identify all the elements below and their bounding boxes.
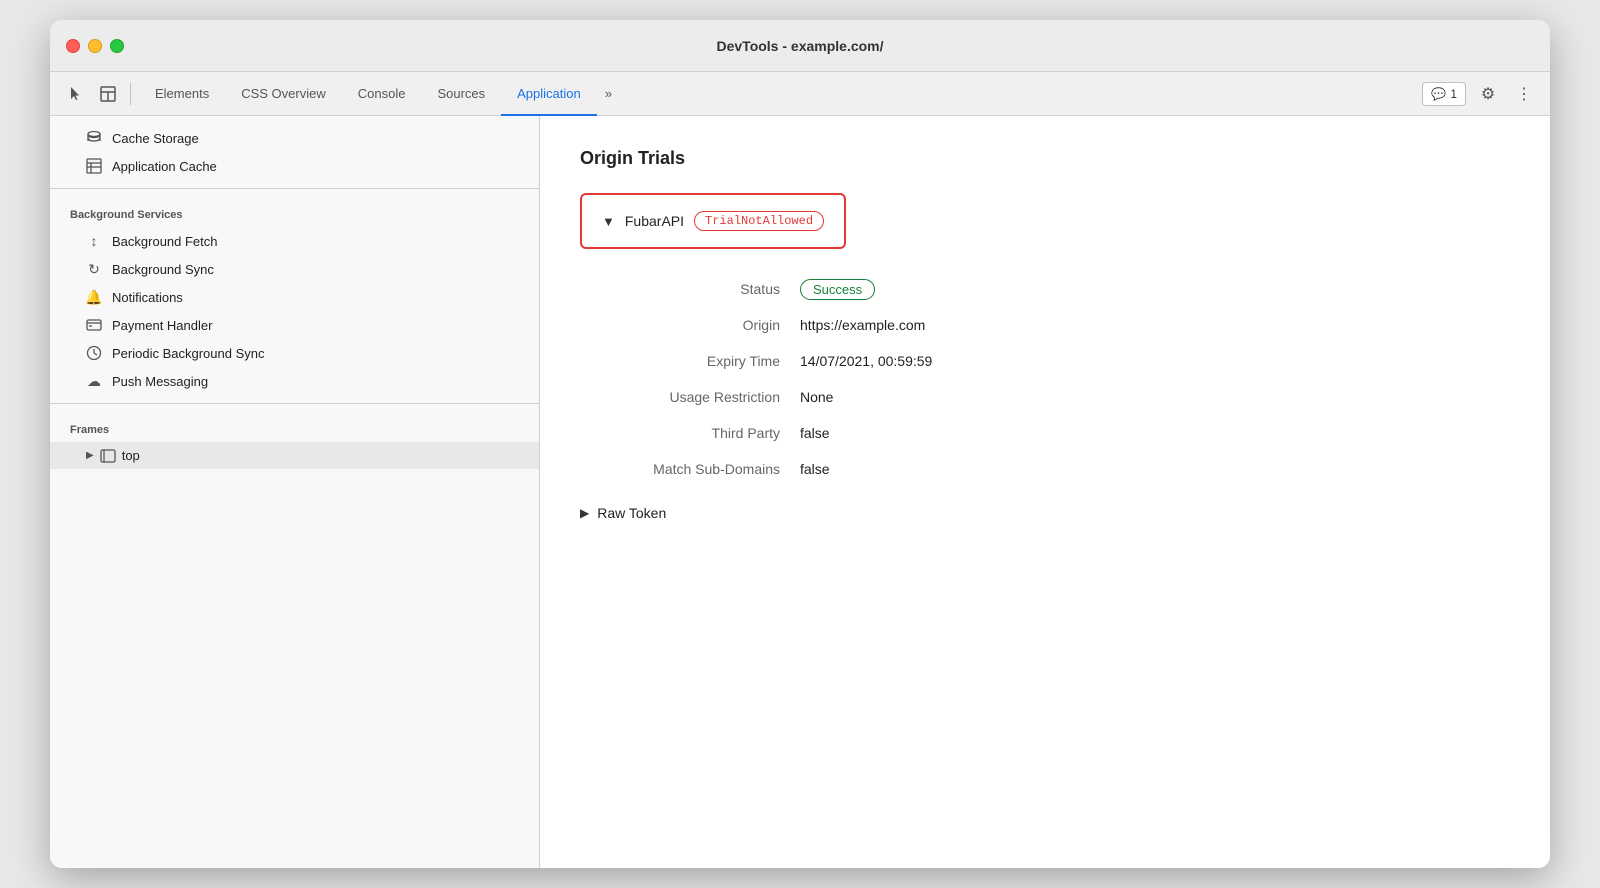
toolbar-tabs: Elements CSS Overview Console Sources Ap… bbox=[139, 72, 1418, 116]
frame-top-label: top bbox=[122, 448, 140, 463]
status-label: Status bbox=[580, 281, 800, 297]
detail-row-third-party: Third Party false bbox=[580, 425, 1510, 441]
more-options-button[interactable]: ⋮ bbox=[1510, 80, 1538, 108]
tab-css-overview[interactable]: CSS Overview bbox=[225, 72, 342, 116]
sidebar: Cache Storage Application Cache Backgrou… bbox=[50, 116, 540, 868]
detail-row-status: Status Success bbox=[580, 281, 1510, 297]
sidebar-divider-2 bbox=[50, 403, 539, 404]
application-cache-icon bbox=[86, 158, 102, 174]
sidebar-item-frame-top[interactable]: ▶ top bbox=[50, 442, 539, 469]
sidebar-divider-1 bbox=[50, 188, 539, 189]
trial-box[interactable]: ▼ FubarAPI TrialNotAllowed bbox=[580, 193, 846, 249]
detail-row-match-subdomains: Match Sub-Domains false bbox=[580, 461, 1510, 477]
sidebar-item-periodic-background-sync[interactable]: Periodic Background Sync bbox=[50, 339, 539, 367]
origin-label: Origin bbox=[580, 317, 800, 333]
detail-row-origin: Origin https://example.com bbox=[580, 317, 1510, 333]
expiry-label: Expiry Time bbox=[580, 353, 800, 369]
sidebar-item-background-fetch[interactable]: ↕ Background Fetch bbox=[50, 227, 539, 255]
more-tabs-button[interactable]: » bbox=[597, 72, 620, 116]
sidebar-item-cache-storage[interactable]: Cache Storage bbox=[50, 124, 539, 152]
sidebar-item-application-cache[interactable]: Application Cache bbox=[50, 152, 539, 180]
settings-button[interactable]: ⚙ bbox=[1474, 80, 1502, 108]
dock-icon[interactable] bbox=[94, 80, 122, 108]
match-subdomains-label: Match Sub-Domains bbox=[580, 461, 800, 477]
minimize-button[interactable] bbox=[88, 39, 102, 53]
third-party-value: false bbox=[800, 425, 830, 441]
third-party-label: Third Party bbox=[580, 425, 800, 441]
tab-sources[interactable]: Sources bbox=[421, 72, 501, 116]
usage-restriction-label: Usage Restriction bbox=[580, 389, 800, 405]
match-subdomains-value: false bbox=[800, 461, 830, 477]
content-panel: Origin Trials ▼ FubarAPI TrialNotAllowed… bbox=[540, 116, 1550, 868]
trial-name: FubarAPI bbox=[625, 213, 684, 229]
cache-storage-icon bbox=[86, 130, 102, 146]
detail-table: Status Success Origin https://example.co… bbox=[580, 281, 1510, 497]
notifications-icon: 🔔 bbox=[86, 289, 102, 305]
background-fetch-icon: ↕ bbox=[86, 233, 102, 249]
cursor-icon[interactable] bbox=[62, 80, 90, 108]
maximize-button[interactable] bbox=[110, 39, 124, 53]
sidebar-item-push-messaging[interactable]: ☁ Push Messaging bbox=[50, 367, 539, 395]
toolbar-divider bbox=[130, 83, 131, 105]
detail-row-expiry: Expiry Time 14/07/2021, 00:59:59 bbox=[580, 353, 1510, 369]
toolbar-right: 💬 1 ⚙ ⋮ bbox=[1422, 80, 1538, 108]
payment-handler-icon bbox=[86, 317, 102, 333]
tab-console[interactable]: Console bbox=[342, 72, 422, 116]
titlebar: DevTools - example.com/ bbox=[50, 20, 1550, 72]
periodic-background-sync-icon bbox=[86, 345, 102, 361]
frames-header: Frames bbox=[50, 412, 539, 442]
frame-top-arrow: ▶ bbox=[86, 450, 94, 461]
main-content: Cache Storage Application Cache Backgrou… bbox=[50, 116, 1550, 868]
trial-expand-arrow[interactable]: ▼ bbox=[602, 214, 615, 229]
status-badge: Success bbox=[800, 279, 875, 300]
traffic-lights bbox=[66, 39, 124, 53]
toolbar: Elements CSS Overview Console Sources Ap… bbox=[50, 72, 1550, 116]
expiry-value: 14/07/2021, 00:59:59 bbox=[800, 353, 932, 369]
detail-row-usage-restriction: Usage Restriction None bbox=[580, 389, 1510, 405]
background-services-header: Background Services bbox=[50, 197, 539, 227]
sidebar-item-background-sync[interactable]: ↻ Background Sync bbox=[50, 255, 539, 283]
usage-restriction-value: None bbox=[800, 389, 833, 405]
page-title: Origin Trials bbox=[580, 148, 1510, 169]
sidebar-item-notifications[interactable]: 🔔 Notifications bbox=[50, 283, 539, 311]
tab-elements[interactable]: Elements bbox=[139, 72, 225, 116]
raw-token-label: Raw Token bbox=[597, 505, 666, 521]
window-title: DevTools - example.com/ bbox=[716, 38, 883, 54]
sidebar-item-payment-handler[interactable]: Payment Handler bbox=[50, 311, 539, 339]
push-messaging-icon: ☁ bbox=[86, 373, 102, 389]
notifications-button[interactable]: 💬 1 bbox=[1422, 82, 1466, 106]
raw-token-arrow[interactable]: ▶ bbox=[580, 506, 589, 520]
origin-value: https://example.com bbox=[800, 317, 925, 333]
devtools-window: DevTools - example.com/ Elements CSS Ove… bbox=[50, 20, 1550, 868]
status-value: Success bbox=[800, 281, 875, 297]
comment-icon: 💬 bbox=[1431, 87, 1446, 101]
tab-application[interactable]: Application bbox=[501, 72, 597, 116]
close-button[interactable] bbox=[66, 39, 80, 53]
background-sync-icon: ↻ bbox=[86, 261, 102, 277]
raw-token-row[interactable]: ▶ Raw Token bbox=[580, 505, 1510, 521]
trial-badge: TrialNotAllowed bbox=[694, 211, 824, 231]
